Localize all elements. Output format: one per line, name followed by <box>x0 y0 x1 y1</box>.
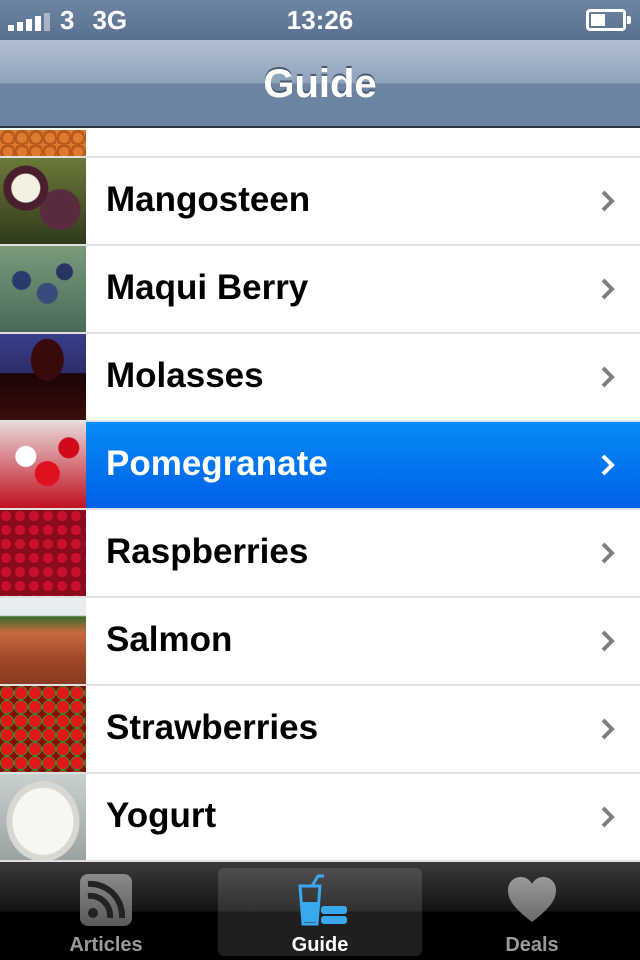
molasses-thumbnail <box>0 334 86 420</box>
battery-icon <box>586 9 631 31</box>
list-item-label: Yogurt <box>106 796 217 835</box>
chevron-right-icon <box>601 366 615 388</box>
heart-icon <box>508 877 556 922</box>
pomegranate-thumbnail <box>0 422 86 508</box>
list-item-label: Pomegranate <box>106 444 328 483</box>
tab-articles[interactable]: Articles <box>4 868 208 956</box>
list-item-label: Molasses <box>106 356 264 395</box>
list-item-strawberries[interactable]: Strawberries <box>0 686 640 774</box>
list-item-partial[interactable] <box>0 130 640 158</box>
status-time: 13:26 <box>286 5 354 35</box>
chevron-right-icon <box>601 278 615 300</box>
raspberries-thumbnail <box>0 510 86 596</box>
list-item-label: Maqui Berry <box>106 268 309 307</box>
guide-list[interactable]: Mangosteen Maqui Berry Molasses Pomegran… <box>0 130 640 862</box>
status-bar: 3 3G 13:26 <box>0 0 640 40</box>
list-item-pomegranate[interactable]: Pomegranate <box>0 422 640 510</box>
chevron-right-icon <box>601 806 615 828</box>
tab-deals[interactable]: Deals <box>430 868 634 956</box>
list-item-label: Mangosteen <box>106 180 311 219</box>
tab-label: Deals <box>505 934 559 956</box>
list-item-molasses[interactable]: Molasses <box>0 334 640 422</box>
tab-label: Articles <box>69 934 143 956</box>
maqui-berry-thumbnail <box>0 246 86 332</box>
navigation-bar: Guide <box>0 40 640 128</box>
list-item-label: Raspberries <box>106 532 309 571</box>
chevron-right-icon <box>601 718 615 740</box>
tab-guide[interactable]: Guide <box>218 868 422 956</box>
strawberries-thumbnail <box>0 686 86 772</box>
list-item-salmon[interactable]: Salmon <box>0 598 640 686</box>
list-item-label: Salmon <box>106 620 233 659</box>
list-item-label: Strawberries <box>106 708 319 747</box>
tab-bar: Articles Guide Deals <box>0 862 640 960</box>
guide-drink-icon <box>298 874 347 926</box>
tab-label: Guide <box>291 934 349 956</box>
rss-icon <box>80 874 132 926</box>
salmon-thumbnail <box>0 598 86 684</box>
page-title: Guide <box>263 62 377 106</box>
list-item-yogurt[interactable]: Yogurt <box>0 774 640 862</box>
chevron-right-icon <box>601 454 615 476</box>
chevron-right-icon <box>601 630 615 652</box>
yogurt-thumbnail <box>0 774 86 860</box>
chevron-right-icon <box>601 190 615 212</box>
list-item-maqui-berry[interactable]: Maqui Berry <box>0 246 640 334</box>
mangosteen-thumbnail <box>0 158 86 244</box>
food-thumbnail <box>0 130 86 156</box>
list-item-mangosteen[interactable]: Mangosteen <box>0 158 640 246</box>
chevron-right-icon <box>601 542 615 564</box>
list-item-raspberries[interactable]: Raspberries <box>0 510 640 598</box>
